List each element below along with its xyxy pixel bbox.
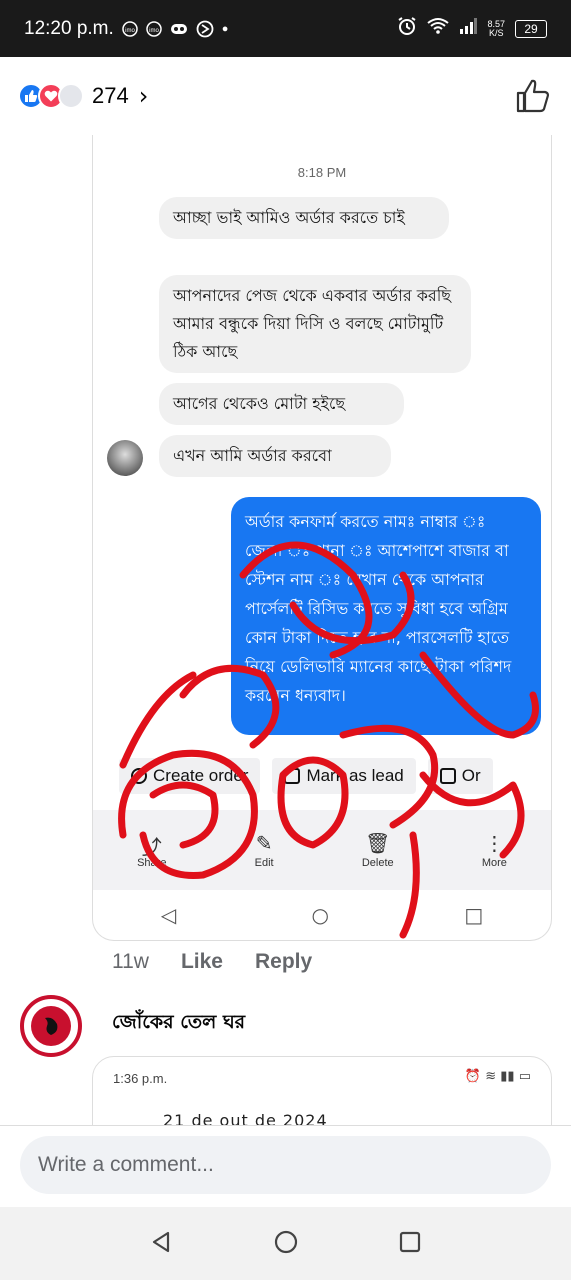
red-scribble-overlay <box>118 541 539 939</box>
dot-icon: ● <box>221 22 229 35</box>
comment-screenshot-image[interactable]: 8:18 PM আচ্ছা ভাই আমিও অর্ডার করতে চাই আ… <box>92 135 552 941</box>
reply-link[interactable]: Reply <box>255 950 312 974</box>
imo-icon: imo <box>146 20 162 37</box>
comment-meta: 11w Like Reply <box>112 950 312 974</box>
like-link[interactable]: Like <box>181 950 223 974</box>
game-controller-icon <box>170 23 188 35</box>
more-reactions-icon <box>58 83 84 109</box>
commenter-avatar[interactable] <box>20 995 82 1057</box>
comment-age: 11w <box>112 950 149 973</box>
net-speed: 8.57 K/S <box>487 19 505 38</box>
status-time: 12:20 p.m. <box>24 17 114 39</box>
svg-text:imo: imo <box>149 28 159 34</box>
home-icon[interactable] <box>273 1229 299 1259</box>
leech-logo-icon <box>31 1006 71 1046</box>
alarm-icon <box>397 16 417 41</box>
back-icon[interactable] <box>150 1230 174 1258</box>
status-bar: 12:20 p.m. imo imo ● 8.57 K/S 29 <box>0 0 571 57</box>
comment-composer: Write a comment... <box>0 1125 571 1207</box>
wifi-icon <box>427 17 450 40</box>
recents-icon[interactable] <box>398 1230 422 1258</box>
reaction-summary[interactable]: 274 › <box>18 82 148 110</box>
data-saver-icon <box>196 20 214 38</box>
screenshot2-status-time: 1:36 p.m. <box>113 1071 168 1086</box>
comment-input[interactable]: Write a comment... <box>20 1136 551 1194</box>
chevron-right-icon: › <box>138 82 149 110</box>
svg-text:imo: imo <box>125 28 135 34</box>
signal-icon <box>459 18 478 39</box>
reaction-count: 274 <box>92 83 129 108</box>
reactions-header: 274 › <box>0 57 571 135</box>
imo-icon: imo <box>122 20 138 37</box>
screenshot2-status-icons: ⏰ ≋ ▮▮ ▭ <box>464 1069 531 1084</box>
status-right: 8.57 K/S 29 <box>397 16 547 41</box>
commenter-name[interactable]: জোঁকের তেল ঘর <box>112 1008 245 1040</box>
system-nav-bar <box>0 1207 571 1280</box>
like-button-icon[interactable] <box>513 76 553 116</box>
battery-indicator: 29 <box>515 19 547 38</box>
net-speed-unit: K/S <box>488 27 504 38</box>
comment-screenshot-image-2[interactable]: 1:36 p.m. ⏰ ≋ ▮▮ ▭ 21 de out de 2024 <box>92 1056 552 1136</box>
